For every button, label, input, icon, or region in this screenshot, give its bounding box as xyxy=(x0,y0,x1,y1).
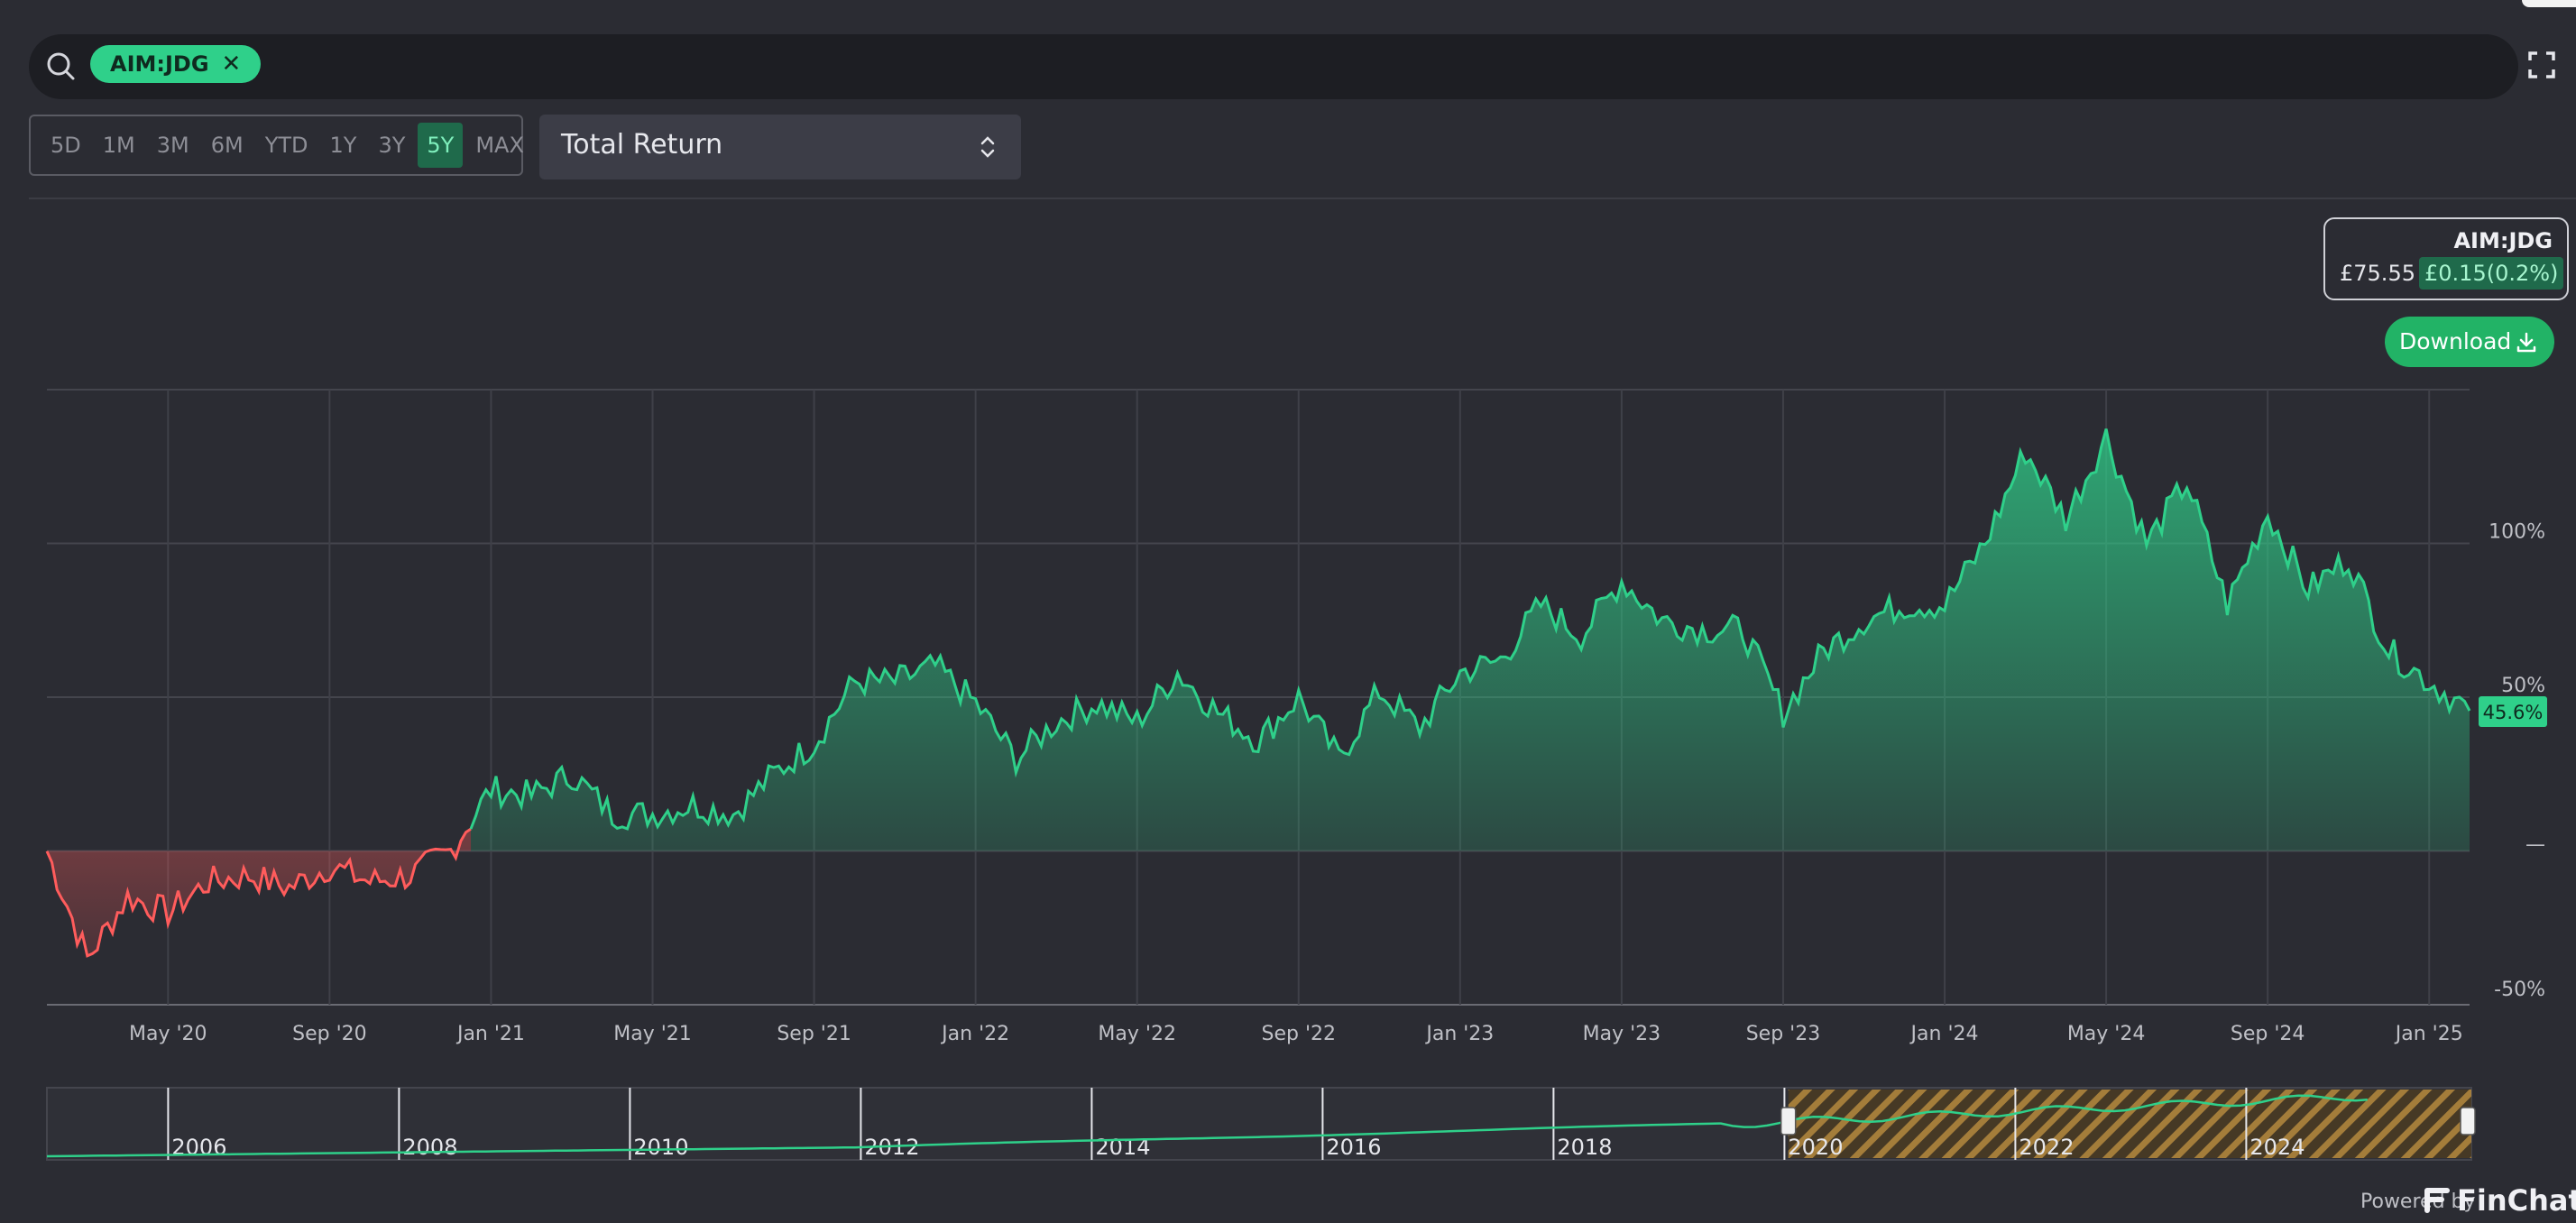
fullscreen-icon[interactable] xyxy=(2527,51,2556,79)
range-button-5d[interactable]: 5D xyxy=(41,123,90,168)
y-tick-label: 50% xyxy=(2501,675,2545,697)
close-icon[interactable]: ✕ xyxy=(222,45,242,83)
navigator-selection[interactable] xyxy=(1788,1090,2471,1158)
finchat-logo-icon xyxy=(2424,1188,2450,1213)
chevron-updown-icon xyxy=(980,136,995,158)
navigator-tick-label: 2022 xyxy=(2019,1135,2074,1160)
x-tick-label: May '22 xyxy=(1098,1023,1176,1045)
navigator-tick-label: 2008 xyxy=(402,1135,457,1160)
navigator-tick-label: 2024 xyxy=(2249,1135,2305,1160)
info-change-badge: £0.15(0.2%) xyxy=(2419,257,2564,290)
y-tick-label: -50% xyxy=(2494,979,2545,1001)
navigator-handle-right[interactable] xyxy=(2460,1107,2476,1136)
info-ticker: AIM:JDG xyxy=(2453,228,2553,253)
x-tick-label: Jan '25 xyxy=(2394,1023,2463,1045)
series-total-return: 45.6% xyxy=(45,428,2547,958)
x-tick-label: May '24 xyxy=(2067,1023,2146,1045)
x-axis: May '20 Sep '20 Jan '21 May '21 Sep '21 Jan '… xyxy=(129,1023,2463,1045)
range-button-1m[interactable]: 1M xyxy=(94,123,144,168)
divider xyxy=(29,198,2576,199)
ticker-chip-label: AIM:JDG xyxy=(110,51,209,77)
finchat-brand: FinChat xyxy=(2457,1183,2576,1218)
x-tick-label: Sep '20 xyxy=(292,1023,367,1045)
positive-area xyxy=(471,428,2470,851)
download-button-label: Download xyxy=(2399,328,2512,354)
price-info-box: AIM:JDG £75.55 £0.15(0.2%) xyxy=(2323,217,2569,300)
y-tick-label: 100% xyxy=(2489,521,2545,544)
x-tick-label: Jan '21 xyxy=(455,1023,525,1045)
chart-area: 45.6% 100% 50% — -50% May '20 Sep '20 Jan '21… xyxy=(45,389,2547,1161)
search-bar[interactable]: AIM:JDG ✕ xyxy=(29,34,2518,99)
y-axis: 100% 50% — -50% xyxy=(2489,521,2545,1002)
x-tick-label: May '21 xyxy=(613,1023,692,1045)
window-corner xyxy=(2522,0,2576,7)
download-icon xyxy=(2516,332,2536,353)
x-tick-label: Jan '24 xyxy=(1909,1023,1979,1045)
navigator-handle-left[interactable] xyxy=(1780,1107,1797,1136)
y-tick-label: — xyxy=(2525,834,2545,857)
navigator-tick-label: 2006 xyxy=(171,1135,226,1160)
x-tick-label: Jan '23 xyxy=(1424,1023,1494,1045)
range-button-1y[interactable]: 1Y xyxy=(321,123,366,168)
range-button-5y[interactable]: 5Y xyxy=(418,123,464,168)
navigator-tick-label: 2010 xyxy=(633,1135,688,1160)
range-button-3m[interactable]: 3M xyxy=(148,123,198,168)
x-tick-label: Sep '23 xyxy=(1746,1023,1821,1045)
x-tick-label: Jan '22 xyxy=(940,1023,1009,1045)
metric-select[interactable]: Total Return xyxy=(539,115,1021,179)
range-button-max[interactable]: MAX xyxy=(466,123,533,168)
navigator-tick-label: 2020 xyxy=(1788,1135,1843,1160)
metric-select-value: Total Return xyxy=(561,129,723,161)
navigator-tick-label: 2016 xyxy=(1326,1135,1381,1160)
x-tick-label: Sep '24 xyxy=(2231,1023,2305,1045)
ticker-chip[interactable]: AIM:JDG ✕ xyxy=(90,45,262,83)
range-button-ytd[interactable]: YTD xyxy=(256,123,317,168)
navigator: 2006 2008 2010 2012 2014 2016 2018 2020 2022 2024 xyxy=(46,1087,2476,1161)
x-tick-label: May '20 xyxy=(129,1023,207,1045)
range-button-6m[interactable]: 6M xyxy=(202,123,253,168)
range-button-3y[interactable]: 3Y xyxy=(369,123,414,168)
x-tick-label: May '23 xyxy=(1583,1023,1661,1045)
navigator-tick-label: 2018 xyxy=(1557,1135,1612,1160)
download-button[interactable]: Download xyxy=(2385,317,2554,367)
info-price: £75.55 xyxy=(2340,261,2415,286)
search-icon xyxy=(47,52,75,80)
x-tick-label: Sep '22 xyxy=(1262,1023,1337,1045)
last-value-label: 45.6% xyxy=(2483,702,2544,723)
x-tick-label: Sep '21 xyxy=(777,1023,851,1045)
range-selector: 5D 1M 3M 6M YTD 1Y 3Y 5Y MAX xyxy=(29,115,524,176)
